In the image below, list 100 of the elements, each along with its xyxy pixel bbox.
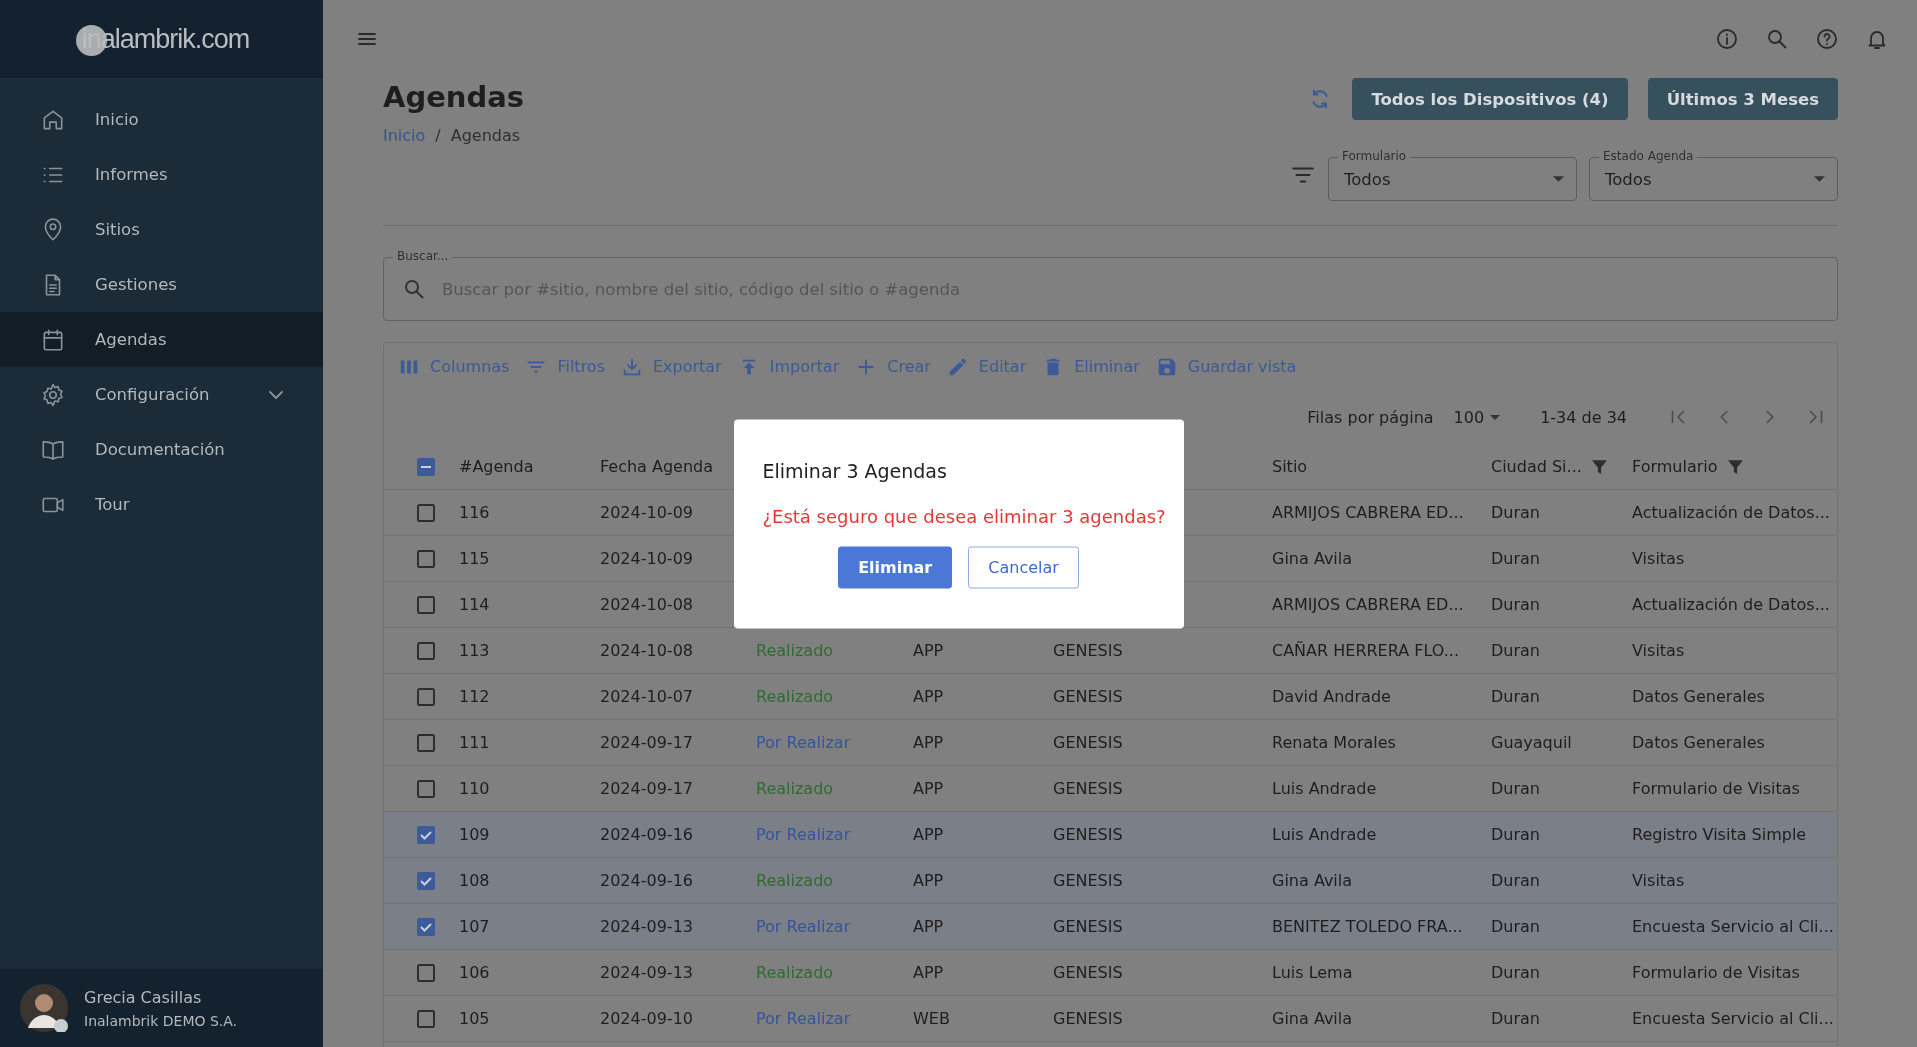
table-cell: 110	[459, 779, 490, 798]
table-cell: APP	[913, 641, 944, 660]
filter-button[interactable]: Últimos 3 Meses	[1647, 78, 1838, 120]
table-cell: Duran	[1491, 917, 1540, 936]
dialog-button[interactable]: Cancelar	[968, 546, 1079, 588]
table-cell: 2024-09-13	[600, 963, 693, 982]
checkbox[interactable]	[415, 686, 436, 707]
table-cell: 2024-10-07	[600, 687, 693, 706]
table-cell: GENESIS	[1053, 641, 1123, 660]
table-cell: GENESIS	[1053, 871, 1123, 890]
rows-per-page-select[interactable]: 100	[1453, 407, 1501, 427]
help-icon[interactable]	[1815, 27, 1839, 51]
table-cell: APP	[913, 733, 944, 752]
table-cell: Luis Andrade	[1272, 825, 1377, 844]
checkbox[interactable]	[415, 456, 436, 477]
table-cell: Visitas	[1632, 871, 1685, 890]
nav-item[interactable]: Tour	[0, 477, 323, 532]
table-cell: GENESIS	[1053, 779, 1123, 798]
table-cell: Renata Morales	[1272, 733, 1396, 752]
table-cell: BENITEZ TOLEDO FRA...	[1272, 917, 1463, 936]
checkbox[interactable]	[415, 594, 436, 615]
table-cell: ARMIJOS CABRERA ED...	[1272, 503, 1464, 522]
table-cell: Duran	[1491, 963, 1540, 982]
table-cell: Datos Generales	[1632, 733, 1765, 752]
nav-item[interactable]: Configuración	[0, 367, 323, 422]
table-cell: 112	[459, 687, 490, 706]
table-cell: Luis Andrade	[1272, 779, 1377, 798]
table-cell: Actualización de Datos...	[1632, 595, 1830, 614]
filter-icon[interactable]	[1727, 459, 1743, 474]
dropdown-caret-icon	[1814, 176, 1825, 182]
table-cell: GENESIS	[1053, 733, 1123, 752]
pagination-range: 1-34 de 34	[1540, 407, 1627, 427]
table-cell: GENESIS	[1053, 1009, 1123, 1028]
table-cell: Encuesta Servicio al Cli...	[1632, 1009, 1834, 1028]
field-label: Buscar...	[393, 249, 453, 263]
gear-icon	[40, 381, 66, 408]
dialog-message: ¿Está seguro que desea eliminar 3 agendas?	[762, 505, 1166, 526]
breadcrumb-separator: /	[435, 126, 441, 145]
table-cell: APP	[913, 687, 944, 706]
search-icon[interactable]	[1765, 27, 1789, 51]
table-cell: Visitas	[1632, 641, 1685, 660]
table-cell: Realizado	[756, 871, 834, 890]
table-cell: Luis Lema	[1272, 963, 1353, 982]
dialog-title: Eliminar 3 Agendas	[762, 459, 947, 481]
avatar	[20, 984, 68, 1032]
checkbox[interactable]	[415, 870, 436, 891]
table-cell: Encuesta Servicio al Cli...	[1632, 917, 1834, 936]
table-cell: 2024-09-16	[600, 871, 693, 890]
table-cell: APP	[913, 871, 944, 890]
table-cell: 2024-10-09	[600, 503, 693, 522]
table-cell: APP	[913, 779, 944, 798]
table-cell: Por Realizar	[756, 825, 851, 844]
table-cell: Realizado	[756, 779, 834, 798]
table-cell: Visitas	[1632, 549, 1685, 568]
table-cell: GENESIS	[1053, 687, 1123, 706]
checkbox[interactable]	[415, 962, 436, 983]
checkbox[interactable]	[415, 502, 436, 523]
nav-item[interactable]: Informes	[0, 147, 323, 202]
table-cell: Actualización de Datos...	[1632, 503, 1830, 522]
table-cell: 111	[459, 733, 490, 752]
checkbox[interactable]	[415, 548, 436, 569]
checkbox[interactable]	[415, 640, 436, 661]
nav-item[interactable]: Documentación	[0, 422, 323, 477]
nav-item[interactable]: Agendas	[0, 312, 323, 367]
table-cell: Gina Avila	[1272, 549, 1353, 568]
search-icon	[402, 277, 426, 301]
checkbox[interactable]	[415, 732, 436, 753]
table-cell: Realizado	[756, 641, 834, 660]
breadcrumb-current: Agendas	[450, 126, 521, 145]
filter-button[interactable]: Todos los Dispositivos (4)	[1352, 78, 1628, 120]
table-cell: APP	[913, 825, 944, 844]
checkbox[interactable]	[415, 778, 436, 799]
table-cell: Duran	[1491, 641, 1540, 660]
table-cell: 2024-09-17	[600, 733, 693, 752]
page-title: Agendas	[383, 80, 525, 114]
checkbox[interactable]	[415, 916, 436, 937]
checkbox[interactable]	[415, 1008, 436, 1029]
column-header: Ciudad Si...	[1491, 457, 1582, 476]
info-icon[interactable]	[1715, 27, 1739, 51]
dropdown-caret-icon	[1490, 414, 1501, 420]
table-cell: 107	[459, 917, 490, 936]
checkbox[interactable]	[415, 824, 436, 845]
company-name: Inalambrik DEMO S.A.	[84, 1012, 238, 1029]
nav-item[interactable]: Inicio	[0, 92, 323, 147]
table-cell: Guayaquil	[1491, 733, 1572, 752]
table-cell: 2024-10-08	[600, 595, 693, 614]
dialog-button[interactable]: Eliminar	[838, 546, 953, 588]
table-cell: 2024-09-16	[600, 825, 693, 844]
filter-icon[interactable]	[1591, 459, 1607, 474]
table-cell: Realizado	[756, 687, 834, 706]
table-cell: GENESIS	[1053, 963, 1123, 982]
table-cell: 105	[459, 1009, 490, 1028]
nav-item[interactable]: Sitios	[0, 202, 323, 257]
table-cell: GENESIS	[1053, 825, 1123, 844]
field-label: Formulario	[1338, 149, 1411, 163]
table-cell: Duran	[1491, 779, 1540, 798]
nav-item[interactable]: Gestiones	[0, 257, 323, 312]
table-cell: Datos Generales	[1632, 687, 1765, 706]
table-cell: Duran	[1491, 503, 1540, 522]
table-cell: APP	[913, 963, 944, 982]
